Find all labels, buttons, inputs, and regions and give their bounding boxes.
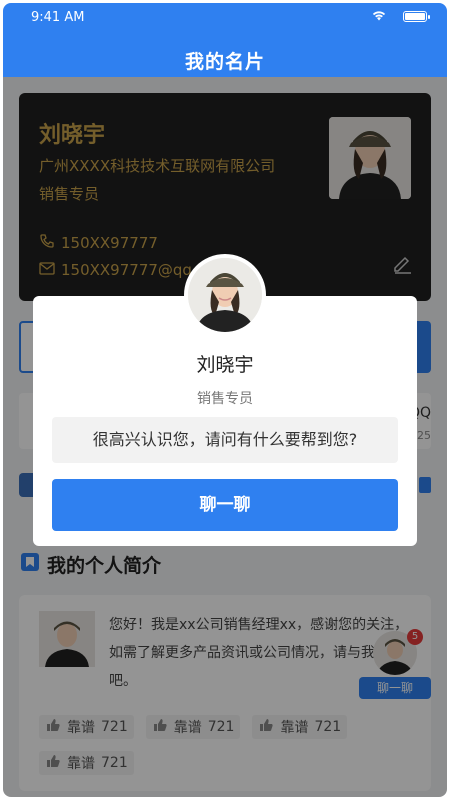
dialog-greeting: 很高兴认识您，请问有什么要帮到您? [52, 417, 398, 463]
status-bar: 9:41 AM [3, 3, 447, 31]
dialog-avatar [184, 254, 266, 336]
contact-dialog: 刘晓宇 销售专员 很高兴认识您，请问有什么要帮到您? 聊一聊 [33, 254, 417, 546]
page-title: 我的名片 [184, 51, 265, 73]
app-header: 9:41 AM 我的名片 [3, 3, 447, 77]
chat-button[interactable]: 聊一聊 [52, 479, 398, 531]
dialog-role: 销售专员 [197, 391, 253, 407]
wifi-icon [371, 8, 387, 26]
battery-icon [403, 11, 430, 22]
phone-screen: 9:41 AM 我的名片 刘晓宇 广州XXXX科技技术互联网有限公司 销售专员 … [3, 3, 447, 797]
dialog-name: 刘晓宇 [196, 354, 254, 376]
status-time: 9:41 AM [31, 10, 85, 25]
